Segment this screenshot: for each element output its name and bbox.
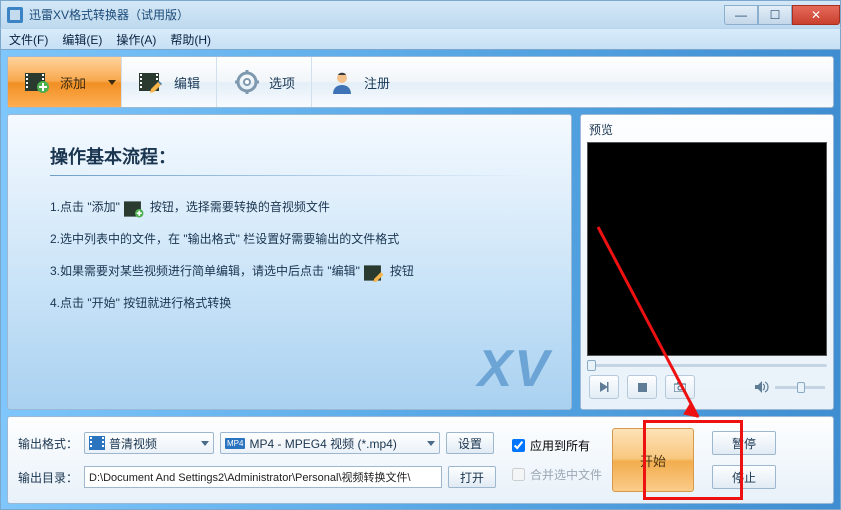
toolbar-options-button[interactable]: 选项	[217, 57, 312, 107]
apply-all-checkbox[interactable]: 应用到所有	[512, 437, 602, 454]
settings-button[interactable]: 设置	[446, 432, 494, 454]
toolbar-add-dropdown[interactable]	[102, 57, 122, 107]
instruction-step-1: 1.点击 "添加" 按钮，选择需要转换的音视频文件	[50, 198, 529, 216]
toolbar-register-label: 注册	[364, 73, 390, 92]
output-category-value: 普清视频	[109, 435, 157, 452]
menu-edit[interactable]: 编辑(E)	[62, 31, 102, 48]
app-icon	[7, 7, 23, 23]
window-titlebar: 迅雷XV格式转换器（试用版） — ☐ ✕	[0, 0, 841, 28]
volume-slider[interactable]	[775, 386, 825, 389]
user-icon	[328, 68, 356, 96]
menu-help[interactable]: 帮助(H)	[170, 31, 211, 48]
output-category-combo[interactable]: 普清视频	[84, 432, 214, 454]
chevron-down-icon	[201, 441, 209, 446]
xv-logo: XV	[478, 339, 551, 399]
bottom-panel: 输出格式： 普清视频 MP4 MP4 - MPEG4 视频 (*.mp4) 设置…	[7, 416, 834, 504]
stop-button[interactable]: 停止	[712, 465, 776, 489]
output-dir-input[interactable]	[84, 466, 442, 488]
open-dir-button[interactable]: 打开	[448, 466, 496, 488]
callout-arrow	[588, 217, 728, 437]
toolbar-options-label: 选项	[269, 73, 295, 92]
toolbar-edit-button[interactable]: 编辑	[122, 57, 217, 107]
film-icon	[89, 436, 105, 450]
start-button[interactable]: 开始	[612, 428, 694, 492]
toolbar-edit-label: 编辑	[174, 73, 200, 92]
merge-checkbox[interactable]: 合并选中文件	[512, 466, 602, 483]
window-title: 迅雷XV格式转换器（试用版）	[29, 6, 189, 23]
edit-film-icon	[138, 68, 166, 96]
output-dir-label: 输出目录：	[18, 469, 78, 486]
chevron-down-icon	[427, 441, 435, 446]
add-film-icon	[124, 198, 146, 216]
menu-operate[interactable]: 操作(A)	[116, 31, 156, 48]
edit-film-icon	[364, 262, 386, 280]
instructions-heading: 操作基本流程：	[50, 143, 529, 169]
toolbar-add-label: 添加	[60, 73, 86, 92]
toolbar-register-button[interactable]: 注册	[312, 57, 406, 107]
menu-file[interactable]: 文件(F)	[9, 31, 48, 48]
window-minimize-button[interactable]: —	[724, 5, 758, 25]
output-format-combo[interactable]: MP4 MP4 - MPEG4 视频 (*.mp4)	[220, 432, 440, 454]
output-format-value: MP4 - MPEG4 视频 (*.mp4)	[249, 435, 396, 452]
window-body: 添加 编辑 选项 注册 操作基本流程：	[0, 50, 841, 510]
instructions-panel: 操作基本流程： 1.点击 "添加" 按钮，选择需要转换的音视频文件 2.选中列表…	[7, 114, 572, 410]
output-format-label: 输出格式：	[18, 435, 78, 452]
window-maximize-button[interactable]: ☐	[758, 5, 792, 25]
toolbar: 添加 编辑 选项 注册	[7, 56, 834, 108]
window-close-button[interactable]: ✕	[792, 5, 840, 25]
volume-icon[interactable]	[755, 381, 769, 393]
add-film-icon	[24, 68, 52, 96]
toolbar-add-button[interactable]: 添加	[8, 57, 102, 107]
instruction-step-2: 2.选中列表中的文件，在 "输出格式" 栏设置好需要输出的文件格式	[50, 230, 529, 248]
instruction-step-3: 3.如果需要对某些视频进行简单编辑，请选中后点击 "编辑" 按钮	[50, 262, 529, 280]
preview-label: 预览	[587, 121, 827, 138]
menubar: 文件(F) 编辑(E) 操作(A) 帮助(H)	[0, 28, 841, 50]
mp4-icon: MP4	[225, 438, 245, 449]
instruction-step-4: 4.点击 "开始" 按钮就进行格式转换	[50, 294, 529, 312]
gear-icon	[233, 68, 261, 96]
